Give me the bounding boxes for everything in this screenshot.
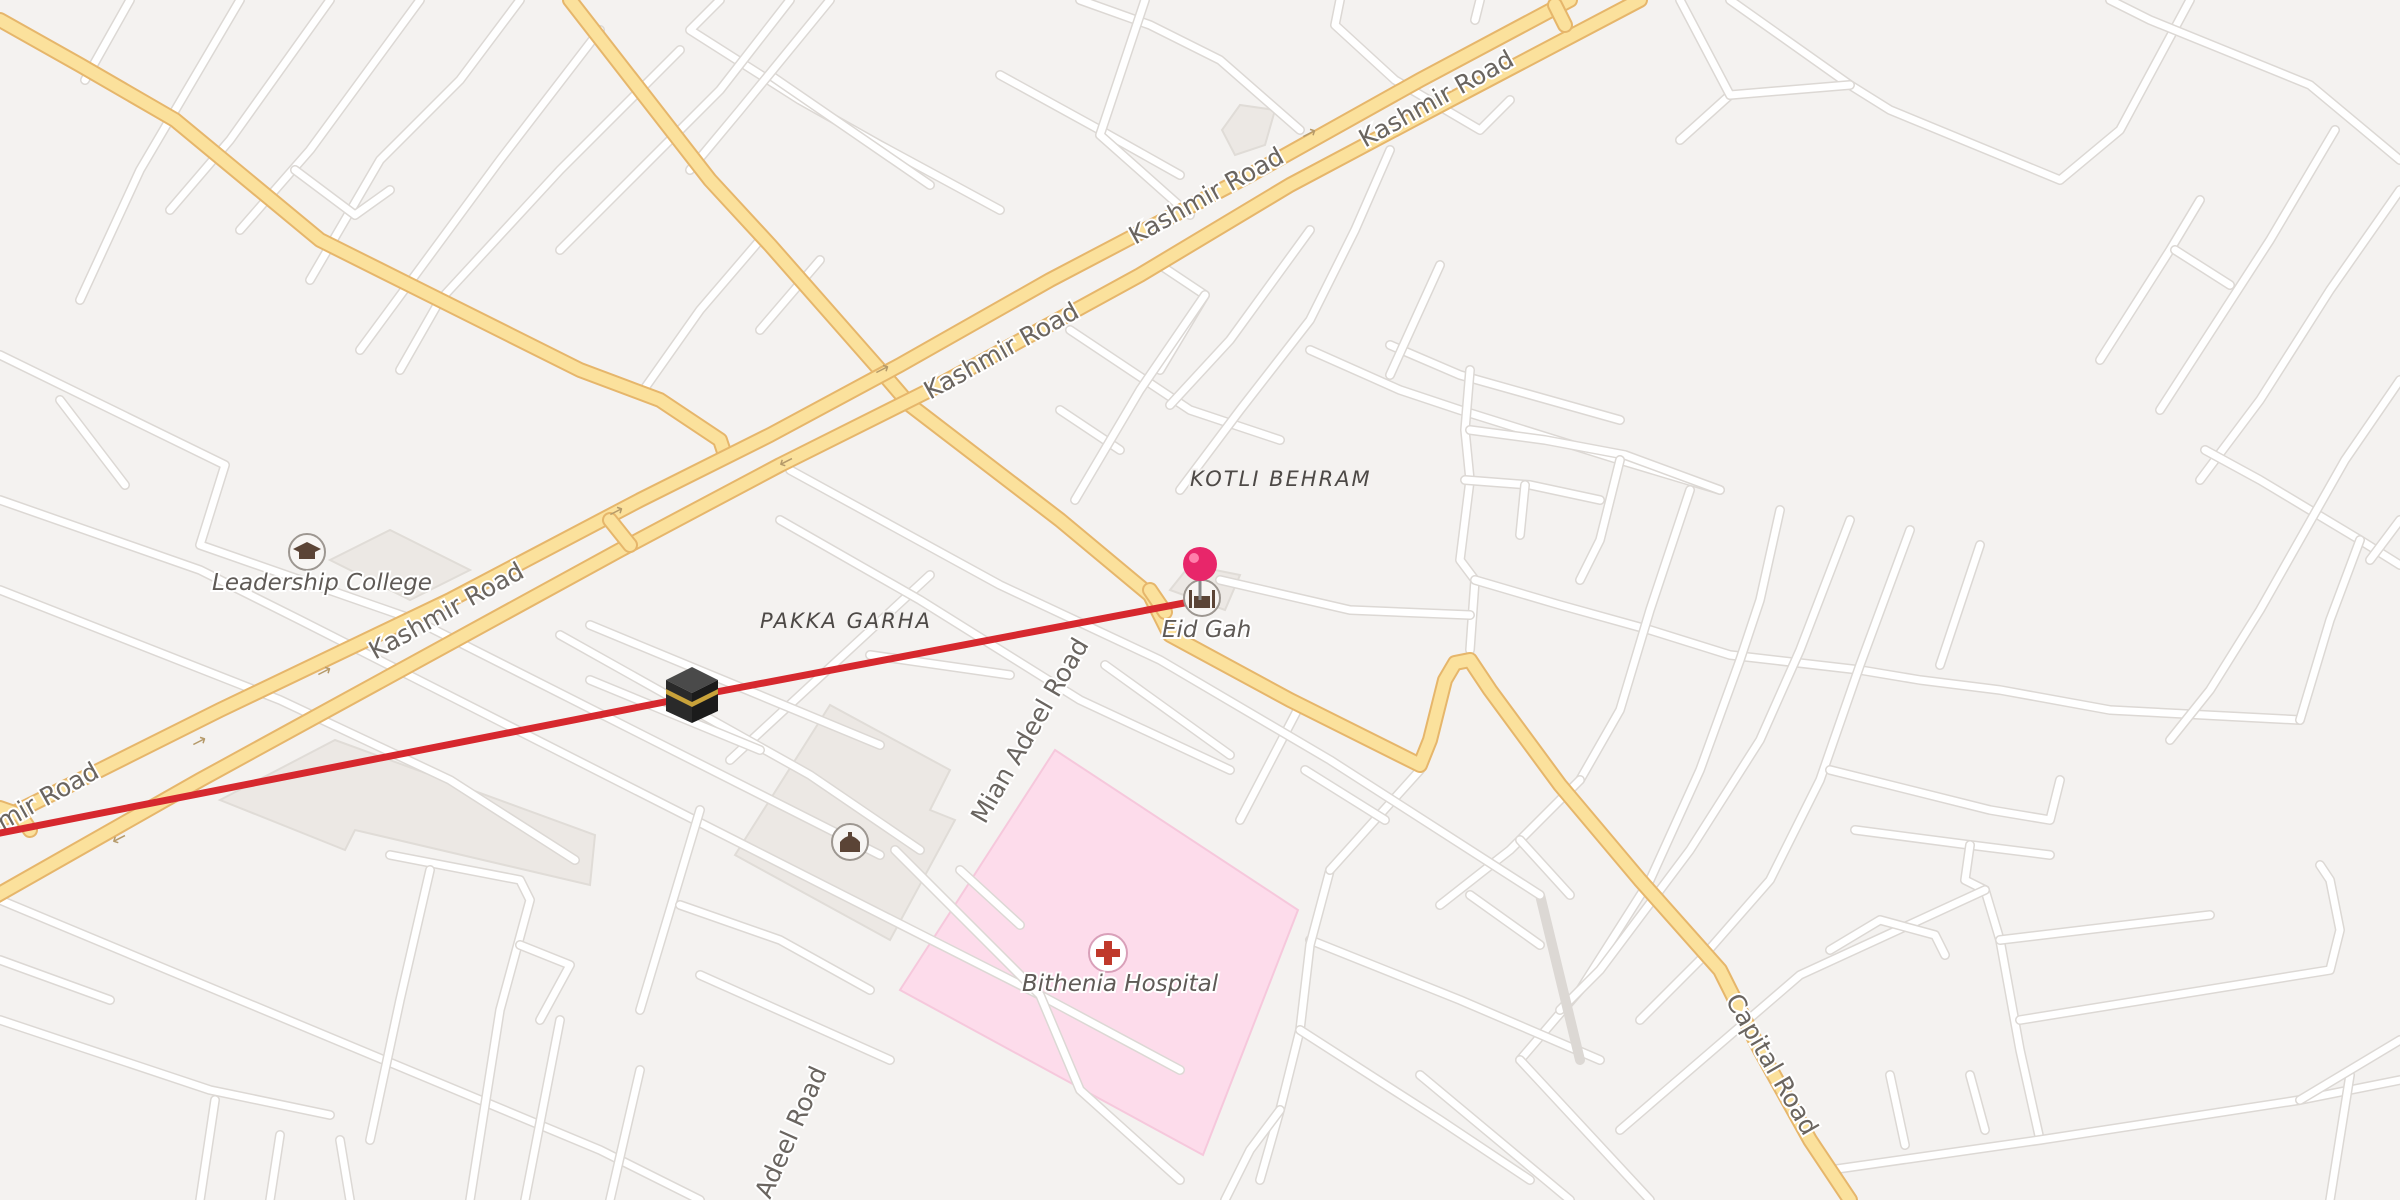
eid-gah-minaret-right [1212,590,1215,608]
leadership-college-label: Leadership College [212,570,432,596]
pin-highlight [1189,553,1199,563]
eid-gah-label: Eid Gah [1162,617,1251,643]
place-labels: KOTLI BEHRAM PAKKA GARHA [758,465,1372,635]
cap-base [299,551,315,559]
mosque-poi[interactable] [831,823,869,861]
map-canvas[interactable]: → → → → → ← ← Kashmir Road Kashmir Road … [0,0,2400,1200]
map-svg[interactable]: → → → → → ← ← Kashmir Road Kashmir Road … [0,0,2400,1200]
eid-gah-minaret-left [1189,590,1192,608]
hospital-cross-horizontal [1096,949,1120,957]
pin-head [1183,547,1217,581]
road-label-capital: Capital Road [1720,989,1824,1141]
building-mosque-compound [733,703,957,942]
pakka-garha-label: PAKKA GARHA [760,609,932,633]
road-label-adeel: Adeel Road [749,1062,833,1200]
bithenia-hospital-label: Bithenia Hospital [1022,971,1219,997]
eid-gah-building [1194,596,1210,608]
kotli-behram-label: KOTLI BEHRAM [1190,467,1372,491]
mosque-minaret [848,832,852,838]
